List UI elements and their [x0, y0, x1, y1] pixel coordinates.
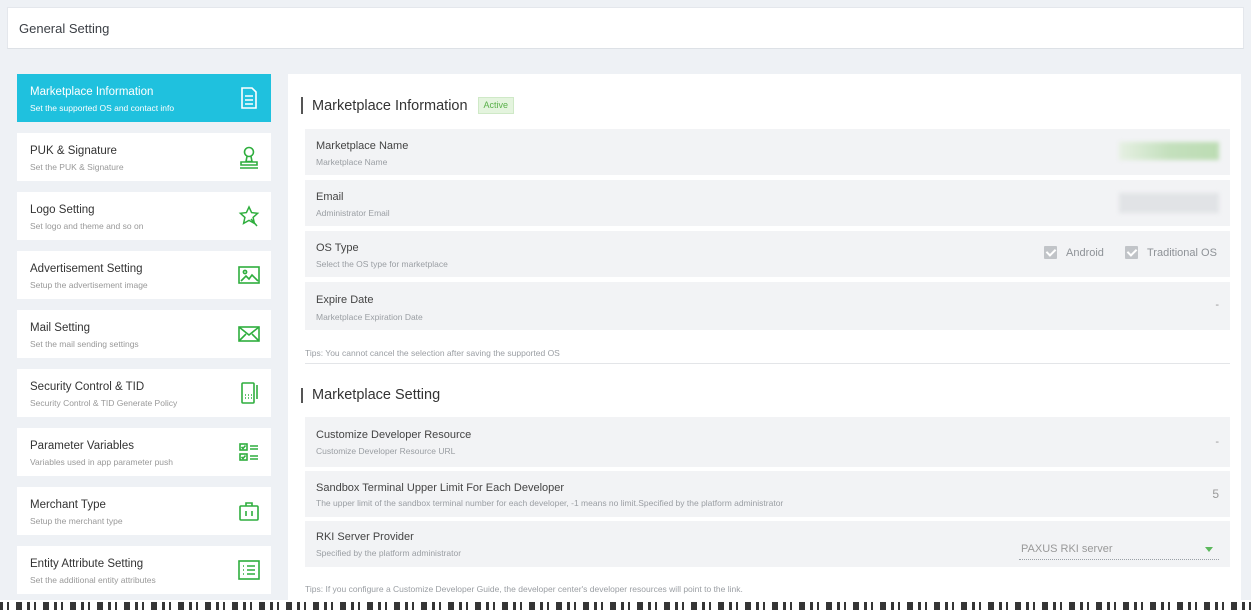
image-icon [237, 263, 261, 287]
row-sub: The upper limit of the sandbox terminal … [316, 498, 784, 508]
list-icon [237, 558, 261, 582]
sidebar-item-label: Mail Setting [30, 322, 91, 334]
sidebar-item-sub: Variables used in app parameter push [30, 457, 174, 467]
sidebar-item-advertisement-setting[interactable]: Advertisement Setting Setup the advertis… [17, 251, 271, 299]
row-expire-date: Expire Date Marketplace Expiration Date … [305, 282, 1230, 330]
checkbox-checked-icon [1044, 246, 1057, 259]
sidebar-item-label: Merchant Type [30, 499, 106, 511]
row-email: Email Administrator Email [305, 180, 1230, 226]
terminal-icon [237, 381, 261, 405]
sidebar-item-sub: Security Control & TID Generate Policy [30, 398, 178, 408]
sidebar-item-sub: Setup the advertisement image [30, 280, 148, 290]
sidebar-item-sub: Set the additional entity attributes [30, 575, 156, 585]
checkbox-checked-icon [1125, 246, 1138, 259]
sidebar-item-label: Marketplace Information [30, 86, 154, 98]
rki-provider-select[interactable]: PAXUS RKI server [1019, 542, 1219, 560]
row-sub: Customize Developer Resource URL [316, 446, 456, 456]
row-label: Expire Date [316, 294, 374, 306]
sidebar-item-label: Security Control & TID [30, 381, 145, 393]
row-sub: Marketplace Expiration Date [316, 312, 423, 322]
sidebar-item-mail-setting[interactable]: Mail Setting Set the mail sending settin… [17, 310, 271, 358]
sidebar-item-label: Logo Setting [30, 204, 95, 216]
sidebar-item-security-control[interactable]: Security Control & TID Security Control … [17, 369, 271, 417]
page-title: General Setting [19, 21, 110, 36]
row-label: OS Type [316, 242, 359, 254]
bottom-edge-artifact [0, 600, 1251, 610]
sandbox-limit-value: 5 [1212, 487, 1219, 501]
row-label: Sandbox Terminal Upper Limit For Each De… [316, 482, 565, 494]
row-sub: Specified by the platform administrator [316, 548, 462, 558]
email-value [1119, 193, 1219, 213]
mail-icon [237, 322, 261, 346]
row-label: Marketplace Name [316, 140, 409, 152]
divider [305, 363, 1230, 364]
caret-down-icon [1205, 547, 1213, 552]
checkbox-traditional-os[interactable]: Traditional OS [1125, 246, 1217, 259]
sidebar-item-entity-attribute[interactable]: Entity Attribute Setting Set the additio… [17, 546, 271, 594]
row-sub: Marketplace Name [316, 157, 388, 167]
section-title-info: Marketplace Information Active [301, 97, 515, 114]
sidebar-item-merchant-type[interactable]: Merchant Type Setup the merchant type [17, 487, 271, 535]
section-title-setting: Marketplace Setting [301, 388, 440, 403]
sidebar-item-parameter-variables[interactable]: Parameter Variables Variables used in ap… [17, 428, 271, 476]
row-sandbox-limit: Sandbox Terminal Upper Limit For Each De… [305, 471, 1230, 517]
row-os-type: OS Type Select the OS type for marketpla… [305, 231, 1230, 277]
sidebar-item-sub: Set the PUK & Signature [30, 162, 124, 172]
sidebar-item-label: Entity Attribute Setting [30, 558, 144, 570]
star-icon [237, 204, 261, 228]
stamp-icon [237, 145, 261, 169]
sidebar-item-label: PUK & Signature [30, 145, 117, 157]
sidebar-item-label: Advertisement Setting [30, 263, 143, 275]
tips-os: Tips: You cannot cancel the selection af… [305, 348, 560, 358]
document-icon [237, 86, 261, 110]
sidebar-item-sub: Set the mail sending settings [30, 339, 139, 349]
row-rki-provider: RKI Server Provider Specified by the pla… [305, 521, 1230, 567]
row-label: Customize Developer Resource [316, 429, 472, 441]
row-developer-resource: Customize Developer Resource Customize D… [305, 417, 1230, 467]
sidebar-item-logo-setting[interactable]: Logo Setting Set logo and theme and so o… [17, 192, 271, 240]
sidebar-item-sub: Set the supported OS and contact info [30, 103, 175, 113]
row-sub: Administrator Email [316, 208, 390, 218]
row-label: RKI Server Provider [316, 531, 414, 543]
tips-developer-guide: Tips: If you configure a Customize Devel… [305, 584, 743, 594]
checklist-icon [237, 440, 261, 464]
row-sub: Select the OS type for marketplace [316, 259, 448, 269]
developer-resource-value: - [1215, 436, 1219, 448]
sidebar: Marketplace Information Set the supporte… [17, 74, 271, 605]
page-header: General Setting [7, 7, 1244, 49]
row-marketplace-name: Marketplace Name Marketplace Name [305, 129, 1230, 175]
sidebar-item-sub: Setup the merchant type [30, 516, 123, 526]
sidebar-item-puk-signature[interactable]: PUK & Signature Set the PUK & Signature [17, 133, 271, 181]
sidebar-item-sub: Set logo and theme and so on [30, 221, 144, 231]
status-badge: Active [477, 97, 515, 114]
sidebar-item-label: Parameter Variables [30, 440, 134, 452]
marketplace-name-value [1119, 142, 1219, 160]
row-label: Email [316, 191, 344, 203]
checkbox-android[interactable]: Android [1044, 246, 1104, 259]
briefcase-icon [237, 499, 261, 523]
expire-date-value: - [1215, 299, 1219, 311]
main-content: Marketplace Information Active Marketplac… [288, 74, 1241, 610]
sidebar-item-marketplace-information[interactable]: Marketplace Information Set the supporte… [17, 74, 271, 122]
